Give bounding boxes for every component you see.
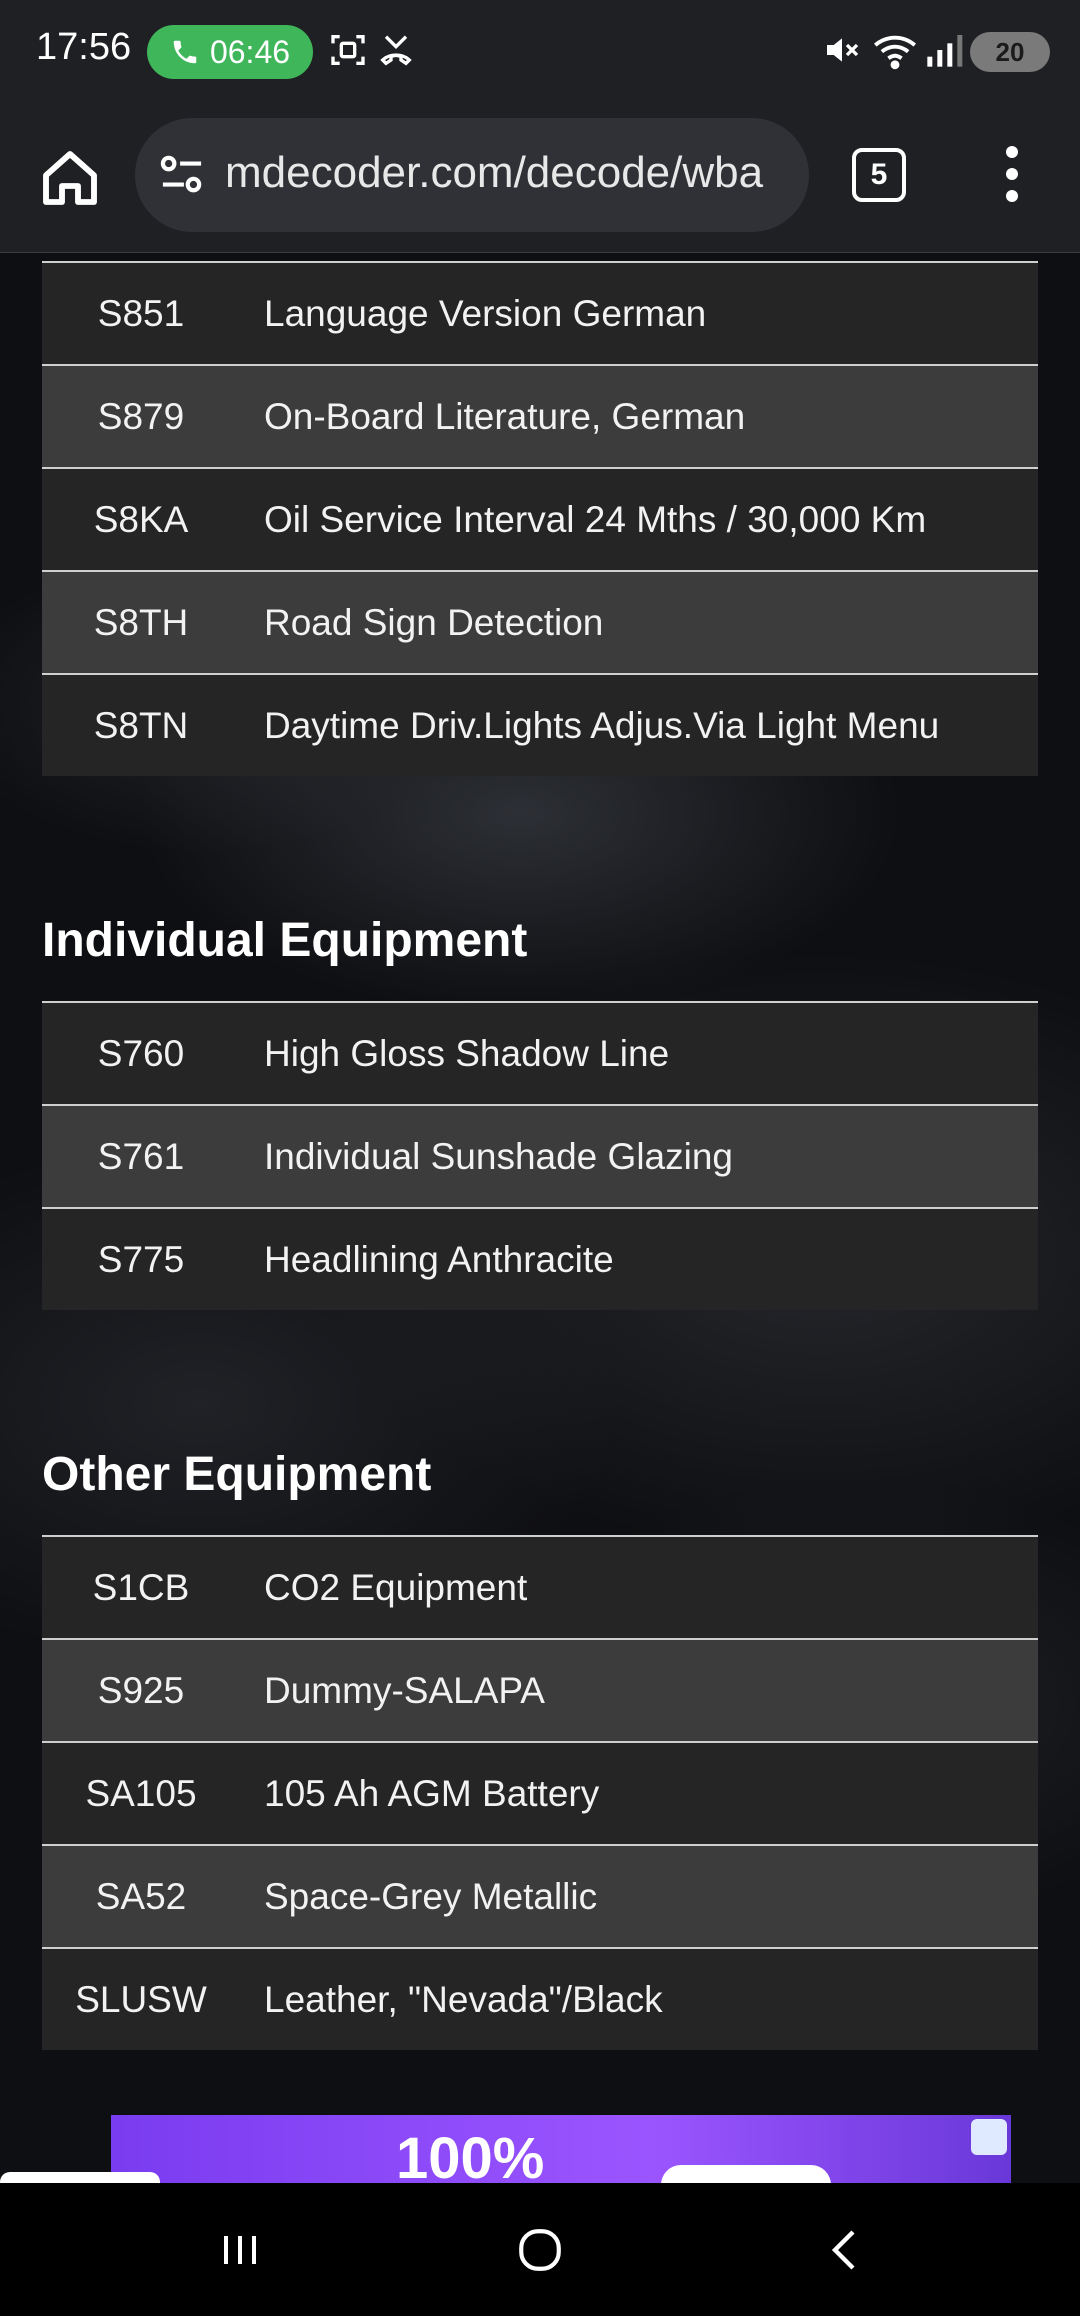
option-code: SA52 [95,1875,187,1917]
other-equipment-table: S1CB CO2 Equipment S925 Dummy-SALAPA SA105… [42,1535,1038,2050]
option-description: Language Version German [264,292,707,334]
browser-toolbar: mdecoder.com/decode/wba 5 [0,104,1080,254]
table-row: S8TH Road Sign Detection [42,572,1038,675]
option-code: S8KA [93,498,189,540]
table-row: SA105 105 Ah AGM Battery [42,1743,1038,1846]
table-row: S1CB CO2 Equipment [42,1537,1038,1640]
call-indicator[interactable]: 06:46 [147,25,313,79]
table-row: S851 Language Version German [42,263,1038,366]
call-timer: 06:46 [209,33,291,70]
status-time: 17:56 [36,26,132,68]
option-code: SLUSW [75,1978,207,2020]
options-table: S851 Language Version German S879 On-Board… [42,261,1038,776]
option-code: S851 [97,292,185,334]
table-row: SA52 Space-Grey Metallic [42,1846,1038,1949]
site-settings-icon[interactable] [159,154,205,196]
option-description: On-Board Literature, German [264,395,746,437]
recent-apps-button[interactable] [190,2183,290,2316]
address-bar[interactable]: mdecoder.com/decode/wba [135,118,809,232]
recent-apps-icon [224,2235,256,2264]
signal-icon [927,35,963,67]
table-row: S925 Dummy-SALAPA [42,1640,1038,1743]
option-description: CO2 Equipment [264,1566,528,1608]
option-code: S1CB [92,1566,190,1608]
table-row: S760 High Gloss Shadow Line [42,1003,1038,1106]
table-row: S8KA Oil Service Interval 24 Mths / 30,00… [42,469,1038,572]
home-circle-icon [519,2228,561,2271]
option-code: S760 [97,1032,185,1074]
ad-headline: 100% [396,2126,545,2183]
option-description: Road Sign Detection [264,601,604,643]
option-description: 105 Ah AGM Battery [264,1772,600,1814]
tab-switcher-button[interactable]: 5 [852,148,906,202]
adchoices-icon[interactable] [971,2119,1007,2155]
option-description: Dummy-SALAPA [264,1669,545,1711]
phone-icon [173,40,197,64]
option-code: S8TN [93,704,189,746]
ad-cta[interactable] [661,2165,831,2183]
option-code: SA105 [85,1772,197,1814]
option-code: S8TH [93,601,189,643]
status-bar: 17:56 06:46 20 [0,0,1080,104]
system-nav-bar [0,2183,1080,2316]
table-row: S775 Headlining Anthracite [42,1209,1038,1310]
back-button[interactable] [795,2183,895,2316]
section-title-individual: Individual Equipment [42,914,528,967]
battery-level: 20 [995,36,1025,67]
missed-call-icon [380,35,412,66]
ad-banner[interactable]: 100% [111,2115,1011,2183]
battery-icon: 20 [970,32,1050,72]
option-description: Headlining Anthracite [264,1238,614,1280]
section-title-other: Other Equipment [42,1448,432,1501]
table-row: S761 Individual Sunshade Glazing [42,1106,1038,1209]
mute-icon [827,38,859,62]
screenshot-icon [331,35,365,65]
option-description: Leather, "Nevada"/Black [264,1978,663,2020]
table-row: S879 On-Board Literature, German [42,366,1038,469]
page-content: S851 Language Version German S879 On-Board… [0,253,1080,2183]
table-row: SLUSW Leather, "Nevada"/Black [42,1949,1038,2050]
option-description: High Gloss Shadow Line [264,1032,670,1074]
home-button[interactable] [490,2183,590,2316]
home-icon[interactable] [38,146,102,210]
option-code: S925 [97,1669,185,1711]
url-text[interactable]: mdecoder.com/decode/wba [225,148,763,198]
overflow-menu-icon[interactable] [1000,146,1024,216]
back-icon [831,2229,855,2270]
option-code: S761 [97,1135,185,1177]
option-description: Individual Sunshade Glazing [264,1135,733,1177]
option-description: Space-Grey Metallic [264,1875,598,1917]
tab-count: 5 [870,158,888,191]
option-description: Oil Service Interval 24 Mths / 30,000 Km [264,498,927,540]
option-code: S775 [97,1238,185,1280]
table-row: S8TN Daytime Driv.Lights Adjus.Via Light … [42,675,1038,776]
option-description: Daytime Driv.Lights Adjus.Via Light Menu [264,704,940,746]
individual-equipment-table: S760 High Gloss Shadow Line S761 Individua… [42,1001,1038,1310]
wifi-icon [874,35,916,70]
option-code: S879 [97,395,185,437]
